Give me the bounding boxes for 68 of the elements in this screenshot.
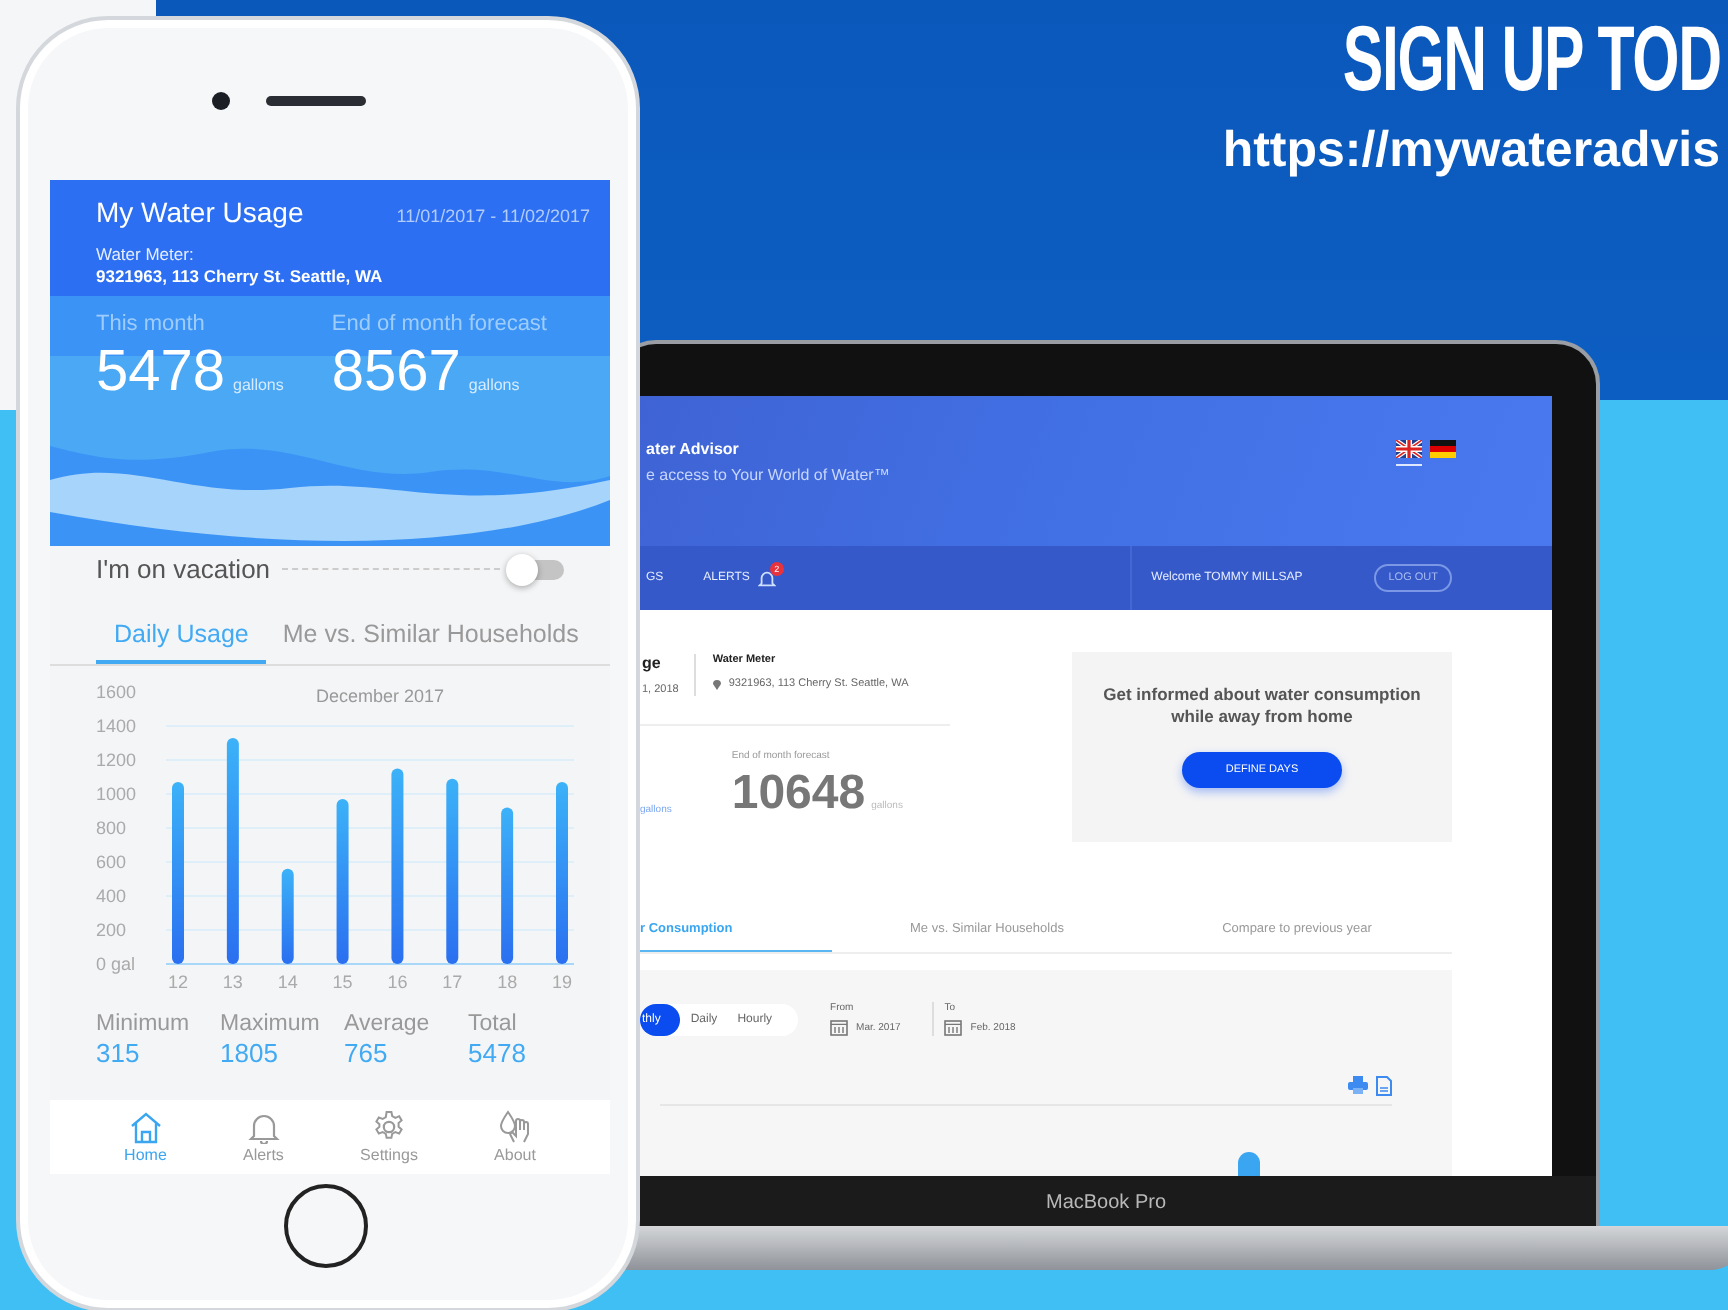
stat-label: Minimum [96, 1012, 192, 1036]
calendar-icon[interactable] [944, 1018, 963, 1036]
vacation-label: I'm on vacation [96, 554, 271, 584]
stat-label: Maximum [220, 1012, 322, 1036]
section-title: ge [642, 654, 663, 672]
nav-tab[interactable]: Alerts [242, 1111, 284, 1163]
chart-title: December 2017 [315, 686, 445, 706]
app-title: ater Advisor [646, 440, 741, 458]
nav-tab[interactable]: Settings [360, 1110, 418, 1164]
headline-title: SIGN UP TOD [1342, 8, 1720, 108]
axis-label: 0 gal [96, 954, 136, 974]
speaker-icon [265, 95, 365, 105]
meter-label: Water Meter: [96, 244, 196, 264]
stat-label: Average [344, 1012, 432, 1036]
axis-label: 19 [552, 972, 572, 992]
home-icon [127, 1111, 164, 1143]
axis-label: 12 [168, 972, 188, 992]
axis-label: 13 [222, 972, 243, 992]
stat-value: 765 [344, 1038, 390, 1068]
axis-label: 1200 [96, 750, 137, 770]
unit-label: gallons [233, 376, 284, 394]
app-tagline: e access to Your World of Water™ [646, 466, 890, 484]
tab[interactable]: Daily Usage [96, 620, 267, 664]
chart-bar-drawing [1238, 1152, 1260, 1176]
bell-icon[interactable] [757, 569, 776, 587]
axis-label: 1000 [96, 784, 137, 804]
vacation-toggle[interactable] [512, 559, 564, 579]
hand-with-drop-icon [496, 1110, 533, 1144]
axis-label: 400 [96, 886, 127, 906]
usage-value: 5478 [96, 340, 226, 406]
stat-value: 5478 [468, 1038, 528, 1068]
laptop-model-label: MacBook Pro [1045, 1191, 1167, 1213]
vacation-message: Get informed about water consumption while away from home [1101, 684, 1423, 728]
unit-label: gallons [468, 376, 520, 394]
axis-label: 14 [277, 972, 298, 992]
axis-label: 1600 [96, 682, 137, 702]
nav-tab[interactable]: About [494, 1110, 536, 1164]
screen-title: My Water Usage [96, 196, 304, 228]
stat-value: 315 [96, 1038, 142, 1068]
usage-label: End of month forecast [331, 312, 547, 336]
settings-icon [371, 1110, 406, 1144]
date-range: 11/01/2017 - 11/02/2017 [396, 206, 590, 226]
axis-label: 15 [332, 972, 353, 992]
uk-flag-icon[interactable] [1396, 440, 1422, 466]
bell-icon [247, 1111, 280, 1143]
axis-label: 17 [442, 972, 463, 992]
stat-label: Total [468, 1012, 519, 1036]
usage-value: 10648 [731, 766, 866, 822]
axis-label: 1400 [96, 716, 137, 736]
meter-address: 9321963, 113 Cherry St. Seattle, WA [96, 266, 385, 286]
tab[interactable]: Me vs. Similar Households [282, 620, 579, 664]
camera-icon [211, 91, 229, 109]
website-url: https://mywateradvis [1222, 120, 1720, 180]
location-pin-icon [712, 678, 723, 690]
usage-value: 8567 [331, 340, 461, 406]
axis-label: 800 [96, 818, 127, 838]
axis-label: 16 [387, 972, 408, 992]
document-icon[interactable] [1376, 1076, 1392, 1096]
usage-label: This month [96, 312, 207, 336]
nav-tab[interactable]: Home [124, 1111, 167, 1163]
print-icon[interactable] [1348, 1076, 1368, 1094]
home-button[interactable] [284, 1184, 368, 1268]
axis-label: 18 [497, 972, 518, 992]
axis-label: 200 [96, 920, 127, 940]
calendar-icon[interactable] [830, 1018, 849, 1036]
stat-value: 1805 [220, 1038, 280, 1068]
chart-bar [281, 868, 294, 964]
axis-label: 600 [96, 852, 127, 872]
